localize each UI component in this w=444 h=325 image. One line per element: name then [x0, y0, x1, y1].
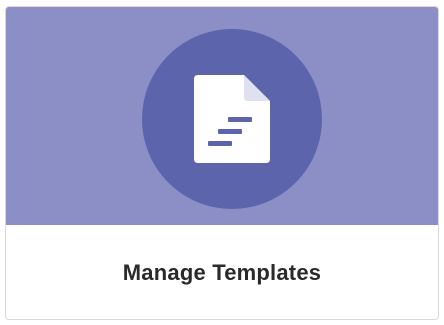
document-icon — [194, 75, 270, 163]
card-title: Manage Templates — [122, 260, 322, 285]
manage-templates-card[interactable]: Manage Templates — [5, 6, 439, 320]
icon-circle — [142, 29, 322, 209]
card-banner — [6, 7, 438, 225]
